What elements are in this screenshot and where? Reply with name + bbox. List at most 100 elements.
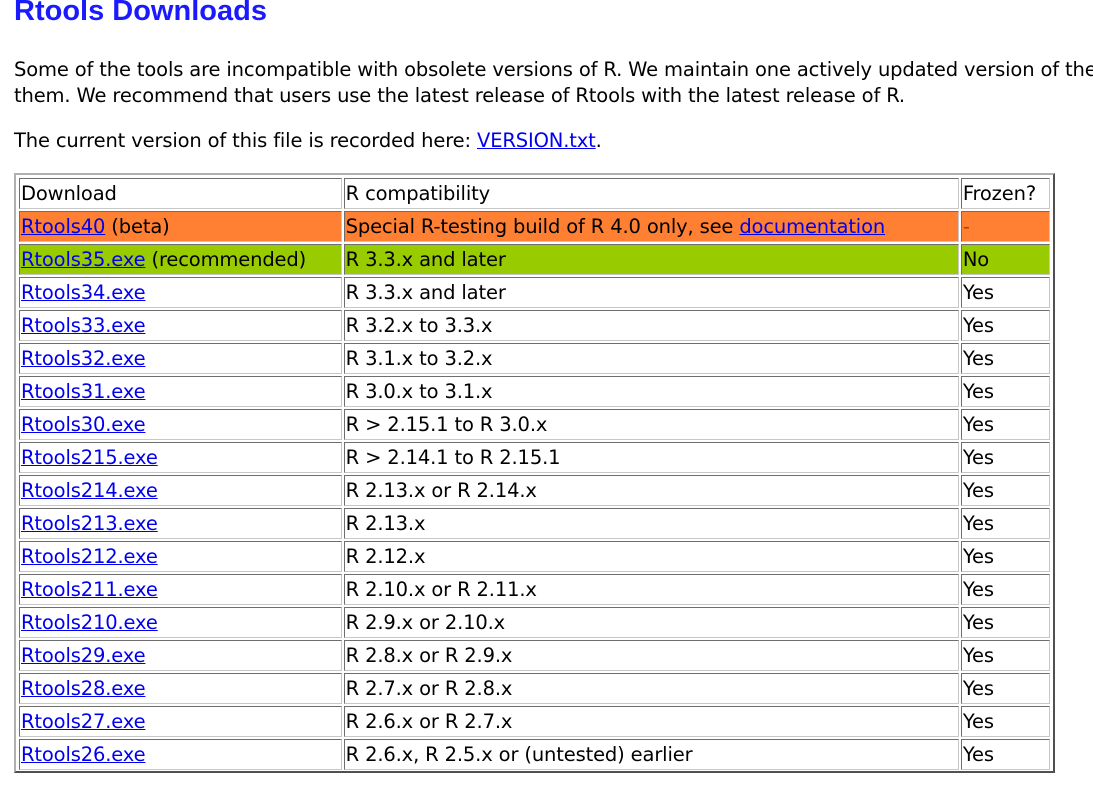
download-cell: Rtools33.exe [19,310,342,341]
table-row: Rtools29.exe R 2.8.x or R 2.9.x Yes [19,640,1050,671]
frozen-cell: Yes [960,409,1050,440]
frozen-cell: Yes [960,310,1050,341]
table-header-row: Download R compatibility Frozen? [19,178,1050,209]
frozen-cell: Yes [960,277,1050,308]
compat-cell: R 2.10.x or R 2.11.x [343,574,959,605]
compat-cell: R 3.1.x to 3.2.x [343,343,959,374]
intro-line-2: them. We recommend that users use the la… [14,84,905,107]
download-cell: Rtools30.exe [19,409,342,440]
compat-cell: R 2.13.x or R 2.14.x [343,475,959,506]
intro-line-1: Some of the tools are incompatible with … [14,58,1093,81]
intro-paragraph: Some of the tools are incompatible with … [14,57,1093,109]
table-row: Rtools211.exe R 2.10.x or R 2.11.x Yes [19,574,1050,605]
download-cell: Rtools214.exe [19,475,342,506]
table-row: Rtools27.exe R 2.6.x or R 2.7.x Yes [19,706,1050,737]
documentation-link[interactable]: documentation [739,215,885,238]
version-txt-link[interactable]: VERSION.txt [477,129,596,152]
download-cell: Rtools213.exe [19,508,342,539]
table-row: Rtools28.exe R 2.7.x or R 2.8.x Yes [19,673,1050,704]
download-cell: Rtools34.exe [19,277,342,308]
download-cell: Rtools215.exe [19,442,342,473]
compat-cell: R > 2.14.1 to R 2.15.1 [343,442,959,473]
compat-text: Special R-testing build of R 4.0 only, s… [345,215,740,238]
frozen-cell: Yes [960,640,1050,671]
table-row: Rtools30.exe R > 2.15.1 to R 3.0.x Yes [19,409,1050,440]
downloads-table: Download R compatibility Frozen? Rtools4… [17,176,1052,772]
download-cell: Rtools31.exe [19,376,342,407]
frozen-cell: Yes [960,376,1050,407]
version-paragraph: The current version of this file is reco… [14,128,602,154]
frozen-cell: Yes [960,607,1050,638]
download-link[interactable]: Rtools30.exe [21,413,146,436]
download-cell: Rtools29.exe [19,640,342,671]
download-cell: Rtools28.exe [19,673,342,704]
table-row: Rtools215.exe R > 2.14.1 to R 2.15.1 Yes [19,442,1050,473]
compat-cell: R 2.12.x [343,541,959,572]
frozen-cell: Yes [960,574,1050,605]
table-row: Rtools33.exe R 3.2.x to 3.3.x Yes [19,310,1050,341]
header-frozen: Frozen? [960,178,1050,209]
header-download: Download [19,178,342,209]
download-link[interactable]: Rtools31.exe [21,380,146,403]
download-cell: Rtools35.exe (recommended) [19,244,342,275]
download-cell: Rtools26.exe [19,739,342,770]
download-link[interactable]: Rtools28.exe [21,677,146,700]
frozen-cell: Yes [960,706,1050,737]
compat-cell: R 2.6.x or R 2.7.x [343,706,959,737]
recommended-note: (recommended) [145,248,307,271]
compat-cell: R 3.2.x to 3.3.x [343,310,959,341]
download-link[interactable]: Rtools214.exe [21,479,158,502]
download-link[interactable]: Rtools27.exe [21,710,146,733]
frozen-cell: Yes [960,508,1050,539]
download-cell: Rtools210.exe [19,607,342,638]
header-r-compatibility: R compatibility [343,178,959,209]
version-text: The current version of this file is reco… [14,129,477,152]
table-row: Rtools212.exe R 2.12.x Yes [19,541,1050,572]
rtools40-link[interactable]: Rtools40 [21,215,105,238]
compat-cell: R 2.8.x or R 2.9.x [343,640,959,671]
compat-cell: R 2.6.x, R 2.5.x or (untested) earlier [343,739,959,770]
table-row-rtools35: Rtools35.exe (recommended) R 3.3.x and l… [19,244,1050,275]
download-cell: Rtools211.exe [19,574,342,605]
frozen-cell: Yes [960,343,1050,374]
download-link[interactable]: Rtools29.exe [21,644,146,667]
table-row-rtools40: Rtools40 (beta) Special R-testing build … [19,211,1050,242]
compat-cell: R 3.3.x and later [343,277,959,308]
compat-cell: R 2.9.x or 2.10.x [343,607,959,638]
download-link[interactable]: Rtools34.exe [21,281,146,304]
compat-cell: R 3.0.x to 3.1.x [343,376,959,407]
rtools35-link[interactable]: Rtools35.exe [21,248,146,271]
compat-cell: R > 2.15.1 to R 3.0.x [343,409,959,440]
table-row: Rtools34.exe R 3.3.x and later Yes [19,277,1050,308]
frozen-cell: Yes [960,541,1050,572]
download-cell: Rtools27.exe [19,706,342,737]
table-row: Rtools210.exe R 2.9.x or 2.10.x Yes [19,607,1050,638]
frozen-cell: - [960,211,1050,242]
compat-cell: R 3.3.x and later [343,244,959,275]
compat-cell: R 2.13.x [343,508,959,539]
download-link[interactable]: Rtools26.exe [21,743,146,766]
frozen-cell: No [960,244,1050,275]
download-link[interactable]: Rtools32.exe [21,347,146,370]
download-cell: Rtools40 (beta) [19,211,342,242]
download-link[interactable]: Rtools33.exe [21,314,146,337]
table-row: Rtools214.exe R 2.13.x or R 2.14.x Yes [19,475,1050,506]
download-cell: Rtools32.exe [19,343,342,374]
table-row: Rtools31.exe R 3.0.x to 3.1.x Yes [19,376,1050,407]
downloads-table-frame: Download R compatibility Frozen? Rtools4… [14,173,1055,773]
download-link[interactable]: Rtools215.exe [21,446,158,469]
page-title: Rtools Downloads [14,0,267,27]
download-link[interactable]: Rtools212.exe [21,545,158,568]
download-link[interactable]: Rtools213.exe [21,512,158,535]
compat-cell: Special R-testing build of R 4.0 only, s… [343,211,959,242]
download-link[interactable]: Rtools211.exe [21,578,158,601]
download-link[interactable]: Rtools210.exe [21,611,158,634]
frozen-cell: Yes [960,442,1050,473]
compat-cell: R 2.7.x or R 2.8.x [343,673,959,704]
frozen-cell: Yes [960,673,1050,704]
version-suffix: . [595,129,602,152]
download-cell: Rtools212.exe [19,541,342,572]
beta-note: (beta) [105,215,170,238]
table-row: Rtools213.exe R 2.13.x Yes [19,508,1050,539]
frozen-cell: Yes [960,739,1050,770]
